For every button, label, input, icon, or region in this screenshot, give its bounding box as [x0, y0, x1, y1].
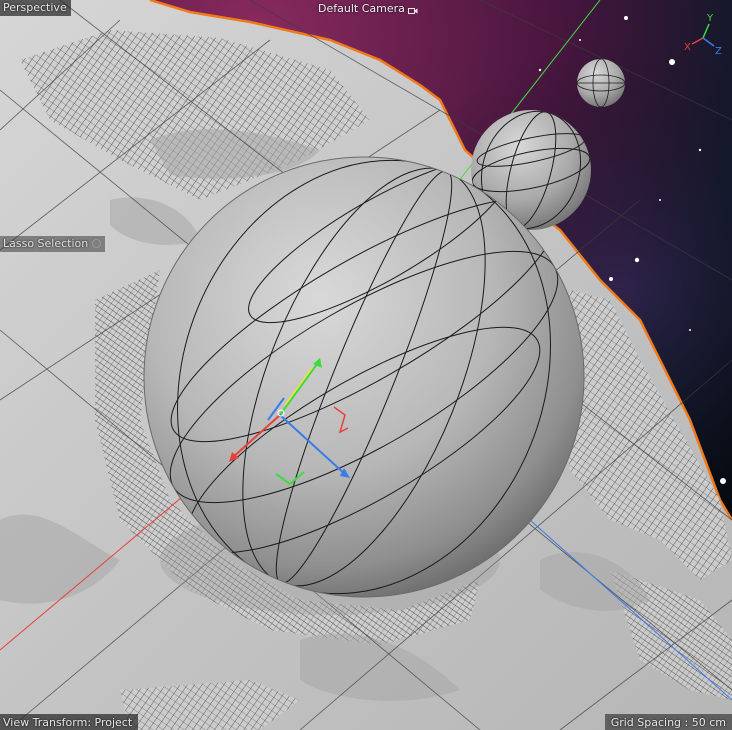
camera-menu[interactable]: Default Camera	[318, 2, 418, 15]
tool-label-text: Lasso Selection	[3, 237, 89, 250]
axis-x-label: X	[684, 42, 691, 53]
active-tool-label[interactable]: Lasso Selection	[0, 236, 106, 252]
axis-z-label: Z	[715, 46, 722, 57]
axis-y-label: Y	[706, 13, 714, 24]
grid-spacing-label: Grid Spacing : 50 cm	[604, 714, 732, 730]
3d-viewport[interactable]: Y X Z Perspective Default Camera Lasso S…	[0, 0, 732, 730]
camera-label[interactable]: Default Camera	[318, 2, 405, 15]
viewport-scene[interactable]: Y X Z	[0, 0, 732, 730]
small-sphere-far[interactable]	[577, 59, 625, 107]
view-transform-label[interactable]: View Transform: Project	[0, 714, 139, 730]
camera-icon[interactable]	[407, 5, 418, 14]
projection-label[interactable]: Perspective	[0, 0, 71, 16]
tool-options-icon[interactable]	[92, 239, 102, 248]
